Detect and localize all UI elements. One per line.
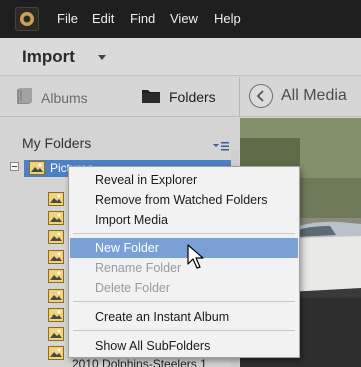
- image-folder-icon[interactable]: [48, 250, 64, 264]
- mouse-cursor-icon: [187, 244, 204, 269]
- folders-icon: [141, 87, 161, 107]
- chevron-down-icon[interactable]: [98, 55, 106, 60]
- back-arrow-icon: [256, 90, 264, 102]
- folder-context-menu: Reveal in Explorer Remove from Watched F…: [68, 166, 300, 358]
- image-folder-icon[interactable]: [48, 230, 64, 244]
- app-logo-icon: [15, 7, 39, 31]
- image-folder-icon[interactable]: [48, 289, 64, 303]
- image-folder-icon[interactable]: [48, 192, 64, 206]
- menu-view[interactable]: View: [170, 11, 198, 27]
- menu-item-reveal-in-explorer[interactable]: Reveal in Explorer: [70, 170, 298, 190]
- menu-find[interactable]: Find: [130, 11, 155, 27]
- collapse-toggle[interactable]: [10, 162, 19, 171]
- tab-albums[interactable]: Albums: [15, 87, 88, 108]
- menu-separator: [73, 233, 295, 234]
- menu-item-rename-folder: Rename Folder: [95, 261, 182, 275]
- menu-item-show-all-subfolders[interactable]: Show All SubFolders: [70, 336, 298, 356]
- menu-item-remove-watched[interactable]: Remove from Watched Folders: [70, 190, 298, 210]
- menu-file[interactable]: File: [57, 11, 78, 27]
- image-folder-icon[interactable]: [48, 211, 64, 225]
- menu-edit[interactable]: Edit: [92, 11, 114, 27]
- image-folder-icon: [29, 161, 45, 175]
- menu-item-create-instant-album[interactable]: Create an Instant Album: [70, 307, 298, 327]
- image-folder-icon[interactable]: [48, 346, 64, 360]
- import-bar: Import: [0, 38, 361, 76]
- tab-folders[interactable]: Folders: [141, 87, 216, 107]
- folder-options-icon[interactable]: [213, 138, 229, 156]
- menu-help[interactable]: Help: [214, 11, 241, 27]
- tree-item-folder[interactable]: 2010 Dolphins-Steelers 1: [72, 357, 207, 367]
- image-folder-icon[interactable]: [48, 269, 64, 283]
- menu-item-new-folder[interactable]: New Folder: [70, 238, 298, 258]
- albums-icon: [15, 87, 33, 108]
- back-button[interactable]: [249, 84, 273, 108]
- menu-separator: [73, 330, 295, 331]
- tab-folders-label: Folders: [169, 89, 216, 105]
- my-folders-heading: My Folders: [22, 135, 92, 151]
- image-folder-icon[interactable]: [48, 308, 64, 322]
- menu-item-import-media[interactable]: Import Media: [70, 210, 298, 230]
- media-view-title: All Media: [281, 87, 347, 104]
- menu-bar: File Edit Find View Help: [0, 0, 361, 38]
- menu-item-delete-folder: Delete Folder: [95, 281, 171, 295]
- menu-separator: [73, 301, 295, 302]
- import-button[interactable]: Import: [22, 47, 75, 67]
- panel-divider: [239, 77, 240, 117]
- image-folder-icon[interactable]: [48, 327, 64, 341]
- tab-albums-label: Albums: [41, 89, 88, 106]
